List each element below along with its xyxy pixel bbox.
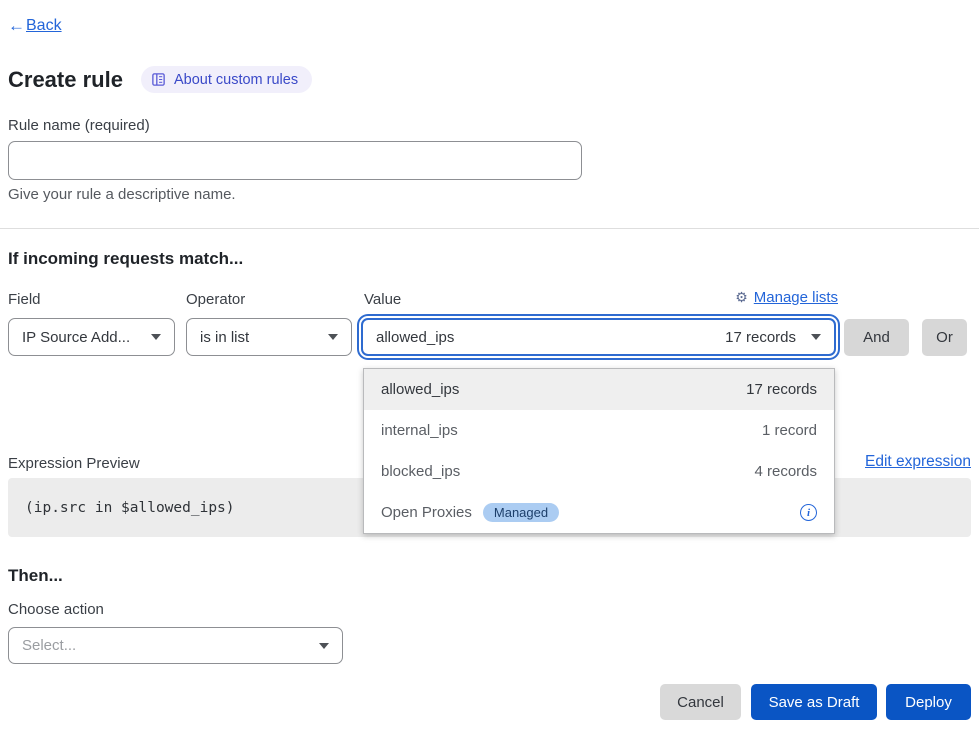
field-select-value: IP Source Add... xyxy=(22,329,130,346)
rule-name-label: Rule name (required) xyxy=(8,117,150,134)
back-arrow-icon: ← xyxy=(8,16,25,36)
about-badge-label: About custom rules xyxy=(174,72,298,88)
list-option-open-proxies[interactable]: Open Proxies Managed i xyxy=(364,492,834,533)
book-icon xyxy=(151,72,166,87)
deploy-button[interactable]: Deploy xyxy=(886,684,971,720)
value-select-value: allowed_ips xyxy=(376,329,454,346)
list-option-blocked-ips[interactable]: blocked_ips 4 records xyxy=(364,451,834,492)
field-label: Field xyxy=(8,291,41,308)
and-button[interactable]: And xyxy=(844,319,909,356)
save-as-draft-button[interactable]: Save as Draft xyxy=(751,684,877,720)
or-button[interactable]: Or xyxy=(922,319,967,356)
edit-expression-label: Edit expression xyxy=(865,453,971,470)
chevron-down-icon xyxy=(319,643,329,649)
managed-badge: Managed xyxy=(483,503,559,522)
cancel-button[interactable]: Cancel xyxy=(660,684,741,720)
edit-expression-link[interactable]: Edit expression xyxy=(865,453,971,471)
value-label: Value xyxy=(364,291,401,308)
manage-lists-label: Manage lists xyxy=(754,289,838,306)
chevron-down-icon xyxy=(811,334,821,340)
choose-action-label: Choose action xyxy=(8,601,104,618)
manage-lists-link[interactable]: ⚙ Manage lists xyxy=(735,289,838,306)
list-option-count: 4 records xyxy=(754,463,817,480)
chevron-down-icon xyxy=(328,334,338,340)
info-icon[interactable]: i xyxy=(800,504,817,521)
operator-select-value: is in list xyxy=(200,329,249,346)
list-option-count: 17 records xyxy=(746,381,817,398)
action-select[interactable]: Select... xyxy=(8,627,343,664)
operator-select[interactable]: is in list xyxy=(186,318,352,356)
value-select[interactable]: allowed_ips 17 records xyxy=(361,318,836,356)
list-option-allowed-ips[interactable]: allowed_ips 17 records xyxy=(364,369,834,410)
gear-icon: ⚙ xyxy=(735,289,748,306)
back-link[interactable]: ←Back xyxy=(8,16,62,36)
list-option-name: blocked_ips xyxy=(381,463,460,480)
page-title: Create rule xyxy=(8,67,123,93)
list-option-name: internal_ips xyxy=(381,422,458,439)
list-option-name: Open Proxies xyxy=(381,504,472,521)
expression-preview-label: Expression Preview xyxy=(8,455,140,472)
rule-name-input[interactable] xyxy=(8,141,582,180)
expression-code: (ip.src in $allowed_ips) xyxy=(25,500,235,516)
list-option-name: allowed_ips xyxy=(381,381,459,398)
rule-name-helper: Give your rule a descriptive name. xyxy=(8,186,236,203)
match-section-heading: If incoming requests match... xyxy=(8,249,243,269)
operator-label: Operator xyxy=(186,291,245,308)
back-link-label: Back xyxy=(26,17,62,35)
field-select[interactable]: IP Source Add... xyxy=(8,318,175,356)
action-select-placeholder: Select... xyxy=(22,637,76,654)
section-divider xyxy=(0,228,979,229)
value-select-count: 17 records xyxy=(725,329,796,346)
chevron-down-icon xyxy=(151,334,161,340)
create-rule-page: ←Back Create rule About custom rules Rul… xyxy=(0,0,979,739)
value-select-dropdown: allowed_ips 17 records internal_ips 1 re… xyxy=(363,368,835,534)
list-option-internal-ips[interactable]: internal_ips 1 record xyxy=(364,410,834,451)
list-option-count: 1 record xyxy=(762,422,817,439)
then-section-heading: Then... xyxy=(8,566,63,586)
title-row: Create rule About custom rules xyxy=(8,66,312,93)
about-custom-rules-link[interactable]: About custom rules xyxy=(141,66,312,93)
